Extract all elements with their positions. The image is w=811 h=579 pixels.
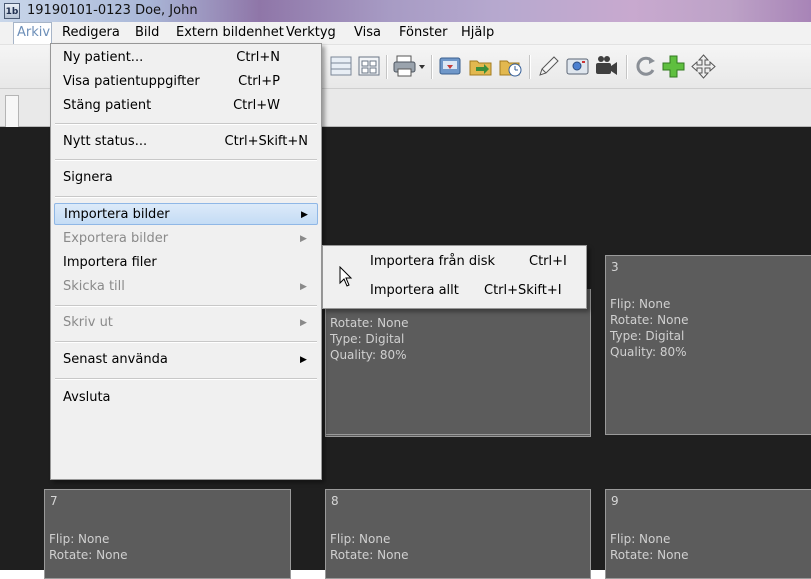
arkiv-menu: Ny patient... Ctrl+N Visa patientuppgifte… [50, 43, 322, 480]
menu-item-nytt-status[interactable]: Nytt status... Ctrl+Skift+N [54, 131, 318, 153]
menu-separator [55, 341, 317, 343]
thumbnail-type: Type: Digital [610, 329, 685, 343]
image-thumbnail[interactable]: Rotate: None Type: Digital Quality: 80% [325, 289, 591, 435]
image-thumbnail[interactable]: 7 Flip: None Rotate: None [44, 489, 291, 579]
thumbnail-quality: Quality: 80% [330, 348, 407, 362]
submenu-arrow-icon: ▶ [300, 318, 307, 328]
menu-redigera[interactable]: Redigera [62, 22, 120, 44]
thumbnail-rotate: Rotate: None [330, 316, 409, 330]
window-title: 19190101-0123 Doe, John [27, 3, 198, 18]
menu-item-ny-patient[interactable]: Ny patient... Ctrl+N [54, 47, 318, 69]
menu-separator [55, 378, 317, 380]
tab-active[interactable] [5, 95, 19, 127]
mouse-cursor-icon [339, 265, 353, 291]
rotate-icon[interactable] [632, 53, 659, 80]
thumbnail-rotate: Rotate: None [49, 548, 128, 562]
thumbnail-rotate: Rotate: None [610, 313, 689, 327]
menu-item-skriv-ut[interactable]: Skriv ut ▶ [54, 312, 318, 334]
print-icon[interactable] [391, 53, 418, 80]
menu-item-senast-anvanda[interactable]: Senast använda ▶ [54, 349, 318, 371]
thumbnail-number: 8 [331, 494, 339, 508]
thumbnail-flip: Flip: None [610, 532, 671, 546]
thumbnail-number: 3 [611, 260, 619, 274]
thumbnail-view-icon[interactable] [356, 53, 383, 80]
menu-hjalp[interactable]: Hjälp [461, 22, 494, 44]
app-icon: 1b [4, 3, 20, 19]
menu-item-signera[interactable]: Signera [54, 167, 318, 189]
menu-item-exportera-bilder[interactable]: Exportera bilder ▶ [54, 228, 318, 250]
menu-verktyg[interactable]: Verktyg [286, 22, 336, 44]
thumbnail-flip: Flip: None [49, 532, 110, 546]
importera-bilder-submenu: Importera från disk Ctrl+I Importera allt… [322, 245, 587, 309]
submenu-arrow-icon: ▶ [301, 210, 308, 220]
title-bar: 1b 19190101-0123 Doe, John [0, 0, 811, 22]
move-icon[interactable] [690, 53, 717, 80]
thumbnail-rotate: Rotate: None [610, 548, 689, 562]
image-thumbnail[interactable]: 3 Flip: None Rotate: None Type: Digital … [605, 255, 811, 435]
menu-item-avsluta[interactable]: Avsluta [54, 387, 318, 409]
print-dropdown-icon[interactable] [416, 53, 428, 80]
menu-item-importera-filer[interactable]: Importera filer [54, 252, 318, 274]
video-camera-icon[interactable] [593, 53, 620, 80]
menu-fonster[interactable]: Fönster [399, 22, 447, 44]
thumbnail-rotate: Rotate: None [330, 548, 409, 562]
menu-item-skicka-till[interactable]: Skicka till ▶ [54, 276, 318, 298]
thumbnail-number: 9 [611, 494, 619, 508]
menu-item-importera-fran-disk[interactable]: Importera från disk Ctrl+I [326, 251, 583, 273]
thumbnail-quality: Quality: 80% [610, 345, 687, 359]
submenu-arrow-icon: ▶ [300, 355, 307, 365]
menu-separator [55, 305, 317, 307]
export-icon[interactable] [437, 53, 464, 80]
import-icon[interactable] [467, 53, 494, 80]
thumbnail-number: 7 [50, 494, 58, 508]
menu-item-importera-allt[interactable]: Importera allt Ctrl+Skift+I [326, 280, 583, 302]
menu-separator [55, 123, 317, 125]
menu-arkiv[interactable]: Arkiv [13, 22, 52, 44]
image-thumbnail[interactable]: 8 Flip: None Rotate: None [325, 489, 591, 579]
menu-item-importera-bilder[interactable]: Importera bilder ▶ [54, 203, 318, 225]
thumbnail-flip: Flip: None [610, 297, 671, 311]
menu-bild[interactable]: Bild [135, 22, 159, 44]
add-icon[interactable] [660, 53, 687, 80]
menu-item-visa-patientuppgifter[interactable]: Visa patientuppgifter Ctrl+P [54, 71, 318, 93]
camera-icon[interactable] [564, 53, 591, 80]
folder-clock-icon[interactable] [497, 53, 524, 80]
menu-bar: Arkiv Redigera Bild Extern bildenhet Ver… [0, 22, 811, 45]
menu-extern-bildenhet[interactable]: Extern bildenhet [176, 22, 284, 44]
image-thumbnail[interactable]: 9 Flip: None Rotate: None [605, 489, 811, 579]
menu-separator [55, 196, 317, 198]
menu-visa[interactable]: Visa [354, 22, 381, 44]
submenu-arrow-icon: ▶ [300, 282, 307, 292]
submenu-arrow-icon: ▶ [300, 234, 307, 244]
thumbnail-type: Type: Digital [330, 332, 405, 346]
pen-icon[interactable] [535, 53, 562, 80]
menu-item-stang-patient[interactable]: Stäng patient Ctrl+W [54, 95, 318, 117]
menu-separator [55, 159, 317, 161]
thumbnail-flip: Flip: None [330, 532, 391, 546]
grid-view-icon[interactable] [328, 53, 355, 80]
